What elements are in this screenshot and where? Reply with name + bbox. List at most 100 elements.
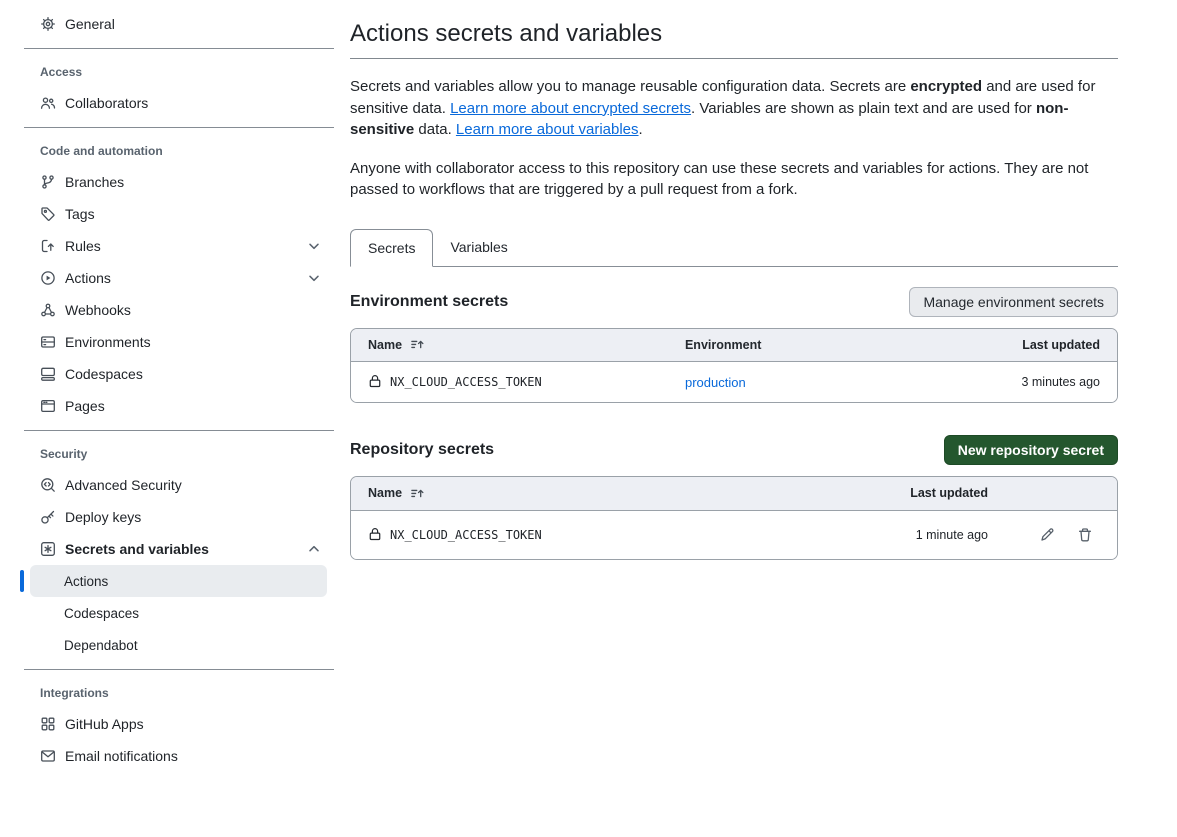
learn-more-encrypted-secrets-link[interactable]: Learn more about encrypted secrets <box>450 100 691 117</box>
sidebar-item-advanced-security[interactable]: Advanced Security <box>20 469 334 501</box>
sidebar-item-label: Environments <box>65 334 151 350</box>
sidebar-section-code-automation: Code and automation <box>20 136 334 166</box>
tab-variables[interactable]: Variables <box>433 229 524 266</box>
browser-icon <box>40 398 56 414</box>
sidebar-item-label: Collaborators <box>65 95 148 111</box>
secret-name: NX_CLOUD_ACCESS_TOKEN <box>390 375 542 389</box>
column-header-last-updated: Last updated <box>860 486 1005 500</box>
environment-secrets-heading: Environment secrets <box>350 293 508 311</box>
column-header-name[interactable]: Name <box>351 486 860 501</box>
sidebar-item-label: Pages <box>65 398 105 414</box>
sidebar-divider <box>24 430 334 431</box>
sidebar-subitem-codespaces[interactable]: Codespaces <box>30 597 327 629</box>
sidebar-item-label: Secrets and variables <box>65 541 209 557</box>
sidebar-item-branches[interactable]: Branches <box>20 166 334 198</box>
sort-ascending-icon <box>410 486 425 501</box>
play-circle-icon <box>40 270 56 286</box>
manage-environment-secrets-button[interactable]: Manage environment secrets <box>909 287 1118 317</box>
lock-icon <box>368 527 382 542</box>
secrets-variables-tabs: Secrets Variables <box>350 229 1118 267</box>
sidebar-item-label: Email notifications <box>65 748 178 764</box>
people-icon <box>40 95 56 111</box>
sidebar-item-label: Actions <box>65 270 111 286</box>
sidebar-item-label: Codespaces <box>65 366 143 382</box>
last-updated-cell: 3 minutes ago <box>925 375 1117 389</box>
tab-secrets[interactable]: Secrets <box>350 229 433 267</box>
intro-text-span: . <box>639 121 643 138</box>
sidebar-subitem-dependabot[interactable]: Dependabot <box>30 629 327 661</box>
sidebar-subitem-label: Actions <box>64 574 108 589</box>
page-title: Actions secrets and variables <box>350 20 1118 48</box>
repository-secrets-table: Name Last updated NX_CLOUD_ACCESS_TOKEN … <box>350 476 1118 560</box>
sort-ascending-icon <box>410 337 425 352</box>
sidebar-item-secrets-and-variables[interactable]: Secrets and variables <box>20 533 334 565</box>
row-actions <box>1005 527 1117 543</box>
table-header-row: Name Last updated <box>351 477 1117 511</box>
intro-text-span: Secrets and variables allow you to manag… <box>350 78 910 95</box>
settings-sidebar: General Access Collaborators Code and au… <box>0 0 334 837</box>
sidebar-item-label: Branches <box>65 174 124 190</box>
table-row: NX_CLOUD_ACCESS_TOKEN 1 minute ago <box>351 511 1117 559</box>
sidebar-item-label: GitHub Apps <box>65 716 144 732</box>
main-content: Actions secrets and variables Secrets an… <box>334 0 1177 837</box>
chevron-down-icon <box>306 270 322 286</box>
settings-page: General Access Collaborators Code and au… <box>0 0 1177 837</box>
server-icon <box>40 334 56 350</box>
delete-trash-icon[interactable] <box>1077 527 1093 543</box>
sidebar-item-label: Tags <box>65 206 95 222</box>
sidebar-subitem-label: Codespaces <box>64 606 139 621</box>
learn-more-variables-link[interactable]: Learn more about variables <box>456 121 639 138</box>
sidebar-item-environments[interactable]: Environments <box>20 326 334 358</box>
edit-pencil-icon[interactable] <box>1039 527 1055 543</box>
codescan-icon <box>40 477 56 493</box>
codespaces-icon <box>40 366 56 382</box>
tag-icon <box>40 206 56 222</box>
sidebar-item-codespaces[interactable]: Codespaces <box>20 358 334 390</box>
sidebar-item-general[interactable]: General <box>20 8 334 40</box>
column-header-label: Name <box>368 338 402 352</box>
intro-paragraph-1: Secrets and variables allow you to manag… <box>350 76 1118 141</box>
sidebar-item-label: Advanced Security <box>65 477 182 493</box>
sidebar-divider <box>24 127 334 128</box>
environment-link[interactable]: production <box>685 375 746 390</box>
table-row: NX_CLOUD_ACCESS_TOKEN production 3 minut… <box>351 362 1117 402</box>
secret-name-cell: NX_CLOUD_ACCESS_TOKEN <box>351 374 685 389</box>
lock-icon <box>368 374 382 389</box>
sidebar-item-label: Rules <box>65 238 101 254</box>
sidebar-section-security: Security <box>20 439 334 469</box>
environment-cell: production <box>685 374 926 390</box>
new-repository-secret-button[interactable]: New repository secret <box>944 435 1118 465</box>
sidebar-item-collaborators[interactable]: Collaborators <box>20 87 334 119</box>
intro-text-span: data. <box>414 121 456 138</box>
column-header-name[interactable]: Name <box>351 337 685 352</box>
apps-icon <box>40 716 56 732</box>
sidebar-item-tags[interactable]: Tags <box>20 198 334 230</box>
column-header-environment: Environment <box>685 338 926 352</box>
secret-name-cell: NX_CLOUD_ACCESS_TOKEN <box>351 527 860 542</box>
environment-secrets-header-row: Environment secrets Manage environment s… <box>350 286 1118 318</box>
gear-icon <box>40 16 56 32</box>
sidebar-item-github-apps[interactable]: GitHub Apps <box>20 708 334 740</box>
key-asterisk-icon <box>40 541 56 557</box>
sidebar-item-rules[interactable]: Rules <box>20 230 334 262</box>
sidebar-subitem-actions[interactable]: Actions <box>30 565 327 597</box>
chevron-up-icon <box>306 541 322 557</box>
intro-paragraph-2: Anyone with collaborator access to this … <box>350 158 1118 201</box>
column-header-last-updated: Last updated <box>925 338 1117 352</box>
sidebar-item-email-notifications[interactable]: Email notifications <box>20 740 334 772</box>
key-icon <box>40 509 56 525</box>
intro-text: Secrets and variables allow you to manag… <box>350 76 1118 201</box>
sidebar-item-deploy-keys[interactable]: Deploy keys <box>20 501 334 533</box>
title-divider <box>350 58 1118 59</box>
sidebar-section-access: Access <box>20 57 334 87</box>
mail-icon <box>40 748 56 764</box>
sidebar-subitem-label: Dependabot <box>64 638 138 653</box>
sidebar-item-pages[interactable]: Pages <box>20 390 334 422</box>
sidebar-divider <box>24 669 334 670</box>
chevron-down-icon <box>306 238 322 254</box>
sidebar-divider <box>24 48 334 49</box>
sidebar-item-actions[interactable]: Actions <box>20 262 334 294</box>
environment-secrets-table: Name Environment Last updated NX_CLOUD_A… <box>350 328 1118 403</box>
sidebar-item-webhooks[interactable]: Webhooks <box>20 294 334 326</box>
sidebar-item-label: Deploy keys <box>65 509 141 525</box>
